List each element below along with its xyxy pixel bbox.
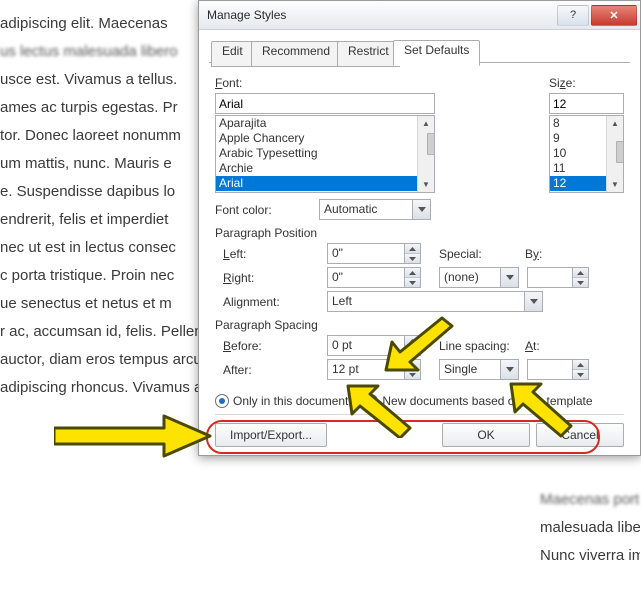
size-input[interactable] [549, 93, 624, 114]
font-input[interactable] [215, 93, 435, 114]
only-in-document-radio[interactable]: Only in this document [215, 394, 348, 408]
by-spin[interactable] [527, 267, 589, 288]
chevron-down-icon [412, 200, 430, 219]
annotation-arrow-icon [54, 412, 214, 462]
font-listbox[interactable]: Aparajita Apple Chancery Arabic Typesett… [215, 115, 435, 193]
list-item[interactable]: 11 [550, 161, 607, 176]
import-export-button[interactable]: Import/Export... [215, 423, 327, 447]
list-item[interactable]: Aparajita [216, 116, 418, 131]
right-spin[interactable]: 0" [327, 267, 421, 288]
special-combo[interactable]: (none) [439, 267, 519, 288]
list-item[interactable]: 8 [550, 116, 607, 131]
list-item[interactable]: 9 [550, 131, 607, 146]
before-label: Before: [223, 339, 262, 353]
size-listbox[interactable]: 8 9 10 11 12 ▲ ▼ [549, 115, 624, 193]
size-scrollbar[interactable]: ▲ ▼ [606, 116, 623, 192]
font-color-combo[interactable]: Automatic [319, 199, 431, 220]
left-label: Left: [223, 247, 246, 261]
annotation-arrow-icon [374, 316, 454, 372]
by-label: By: [525, 247, 542, 261]
annotation-arrow-icon [340, 384, 414, 438]
list-item[interactable]: Apple Chancery [216, 131, 418, 146]
at-label: At: [525, 339, 540, 353]
dialog-tabs: Edit Recommend Restrict Set Defaults [209, 40, 630, 63]
size-label: Size: [549, 76, 576, 90]
list-item[interactable]: 12 [550, 176, 607, 191]
special-label: Special: [439, 247, 482, 261]
font-color-label: Font color: [215, 203, 272, 217]
left-spin[interactable]: 0" [327, 243, 421, 264]
at-spin[interactable] [527, 359, 589, 380]
dialog-title: Manage Styles [207, 8, 555, 22]
list-item[interactable]: 10 [550, 146, 607, 161]
tab-set-defaults[interactable]: Set Defaults [393, 40, 480, 66]
list-item[interactable]: Archie [216, 161, 418, 176]
font-label: Font: [215, 76, 242, 90]
close-button[interactable]: ✕ [591, 5, 637, 26]
chevron-down-icon [524, 292, 542, 311]
tab-restrict[interactable]: Restrict [337, 41, 400, 67]
font-scrollbar[interactable]: ▲ ▼ [417, 116, 434, 192]
tab-edit[interactable]: Edit [211, 41, 254, 67]
chevron-down-icon [500, 268, 518, 287]
paragraph-position-heading: Paragraph Position [215, 226, 624, 240]
alignment-combo[interactable]: Left [327, 291, 543, 312]
alignment-label: Alignment: [223, 295, 280, 309]
right-label: Right: [223, 271, 254, 285]
list-item[interactable]: Arabic Typesetting [216, 146, 418, 161]
chevron-down-icon [500, 360, 518, 379]
help-button[interactable]: ? [557, 5, 589, 26]
list-item[interactable]: Arial [216, 176, 418, 191]
annotation-arrow-icon [505, 382, 575, 438]
dialog-titlebar[interactable]: Manage Styles ? ✕ [199, 1, 640, 30]
after-label: After: [223, 363, 252, 377]
tab-recommend[interactable]: Recommend [251, 41, 341, 67]
